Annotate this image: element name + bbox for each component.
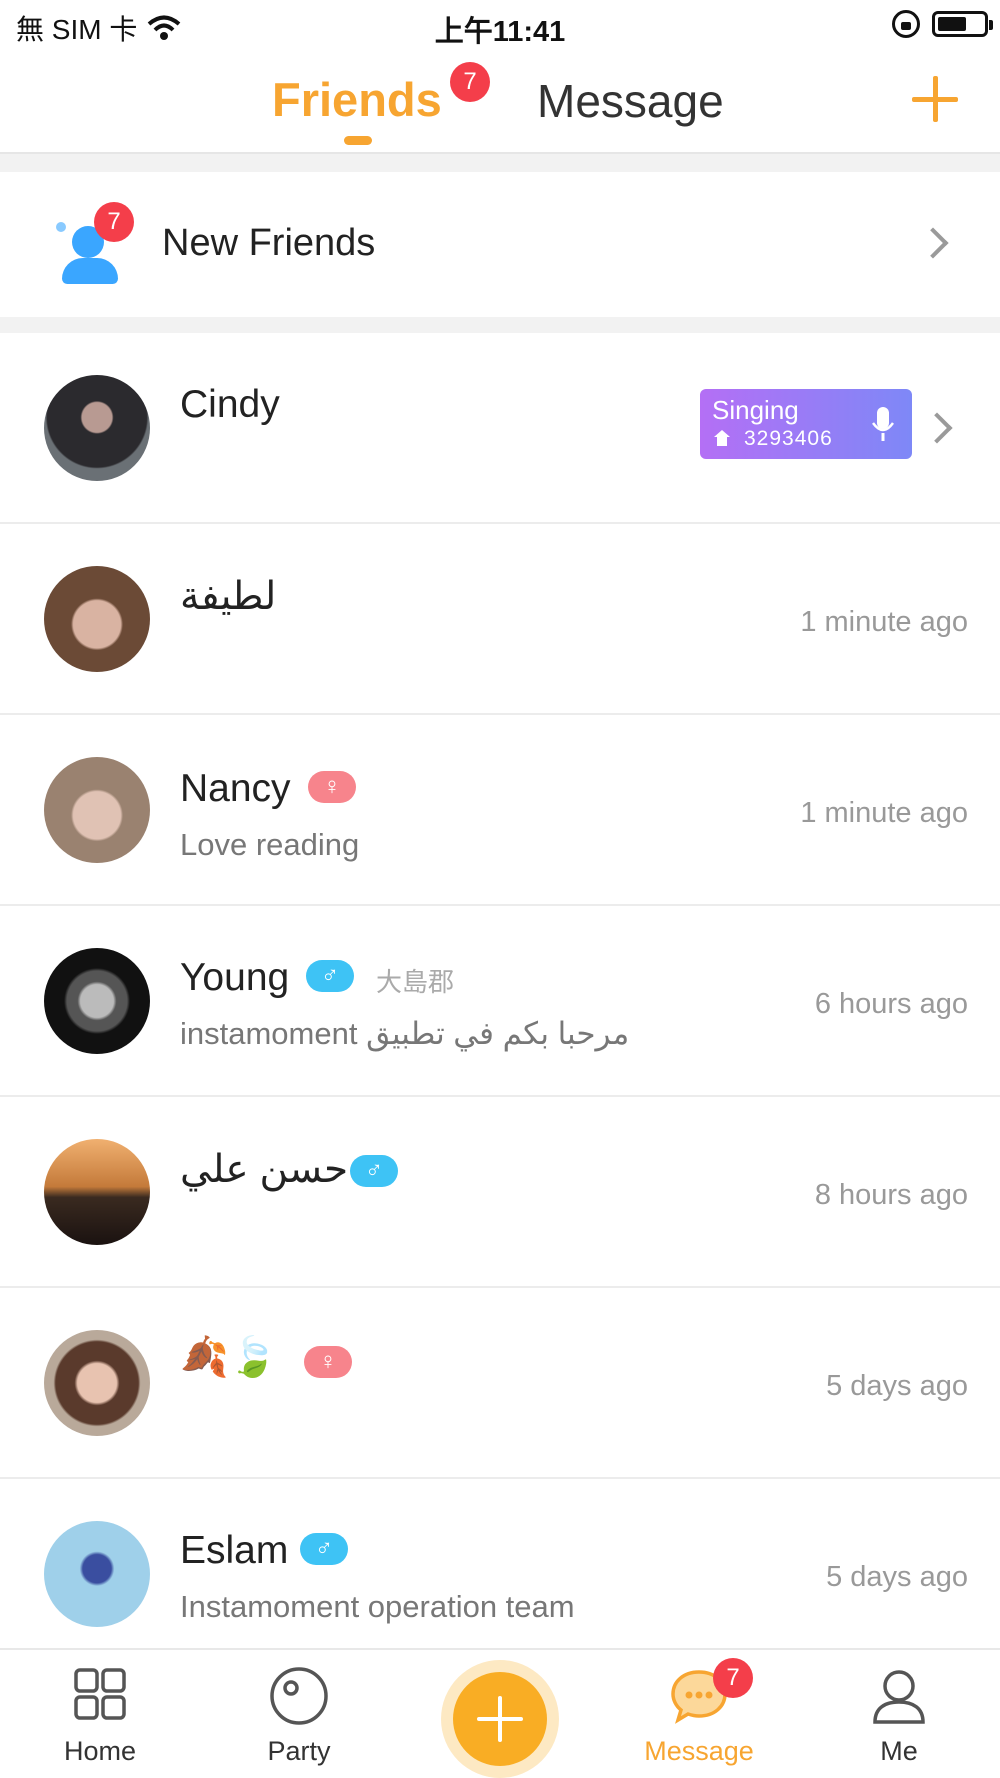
male-gender-icon: ♂ [300,1533,348,1565]
section-divider [0,317,1000,333]
status-right [892,10,993,38]
home-icon [714,430,730,446]
last-active-time: 1 minute ago [800,606,968,638]
new-friends-label: New Friends [162,222,376,264]
avatar[interactable] [44,948,150,1054]
male-gender-icon: ♂ [350,1155,398,1187]
nav-me[interactable]: Me [819,1650,979,1778]
bottom-tab-bar: Home Party 7 Message Me [0,1648,1000,1778]
message-nav-badge: 7 [713,1658,753,1698]
singing-label: Singing [712,395,799,425]
nav-party[interactable]: Party [219,1650,379,1778]
friend-row[interactable]: Cindy Singing 3293406 [0,333,1000,524]
friend-name: 🍂🍃 [180,1336,278,1379]
friends-tab-badge: 7 [450,62,490,102]
friend-name: Nancy [180,767,291,810]
nav-me-label: Me [880,1736,918,1766]
nav-party-label: Party [267,1736,331,1766]
friend-name: Eslam [180,1529,289,1572]
tab-friends[interactable]: Friends [272,72,442,127]
avatar[interactable] [44,375,150,481]
female-gender-icon: ♀ [308,771,356,803]
rotation-lock-icon [892,10,920,38]
friend-status: Instamoment operation team [180,1589,575,1624]
chevron-right-icon [921,412,953,444]
male-gender-icon: ♂ [306,960,354,992]
last-active-time: 8 hours ago [814,1179,968,1211]
friend-status: instamoment مرحبا بكم في تطبيق [180,1016,630,1051]
microphone-icon [872,407,894,441]
friend-name: Cindy [180,383,280,426]
avatar[interactable] [44,1139,150,1245]
last-active-time: 5 days ago [826,1370,968,1402]
party-icon [270,1667,328,1725]
person-icon [873,1670,925,1724]
friend-name: Young [180,956,290,999]
female-gender-icon: ♀ [304,1346,352,1378]
active-tab-indicator [344,136,372,145]
grid-icon [74,1668,126,1720]
friend-status: Love reading [180,827,360,862]
friend-row[interactable]: Nancy ♀ Love reading 1 minute ago [0,715,1000,906]
friend-row[interactable]: 🍂🍃 ♀ 5 days ago [0,1288,1000,1479]
nav-home[interactable]: Home [20,1650,180,1778]
singing-room-badge[interactable]: Singing 3293406 [700,389,912,459]
add-friend-plus-icon[interactable] [910,74,960,124]
friend-row[interactable]: حسن علي ♂ 8 hours ago [0,1097,1000,1288]
top-nav: Friends 7 Message [0,50,1000,154]
tab-message[interactable]: Message [537,74,724,128]
last-active-time: 1 minute ago [800,797,968,829]
avatar[interactable] [44,1330,150,1436]
friend-name: حسن علي [180,1148,349,1191]
last-active-time: 6 hours ago [814,988,968,1020]
section-divider [0,154,1000,172]
location-label: 大島郡 [376,967,455,997]
friend-row[interactable]: لطيفة 1 minute ago [0,524,1000,715]
friend-name: لطيفة [180,575,277,618]
nav-message[interactable]: 7 Message [619,1650,779,1778]
avatar[interactable] [44,757,150,863]
status-bar: 無 SIM 卡 上午11:41 [0,0,1000,50]
friend-row[interactable]: Young ♂ 大島郡 instamoment مرحبا بكم في تطب… [0,906,1000,1097]
create-plus-icon[interactable] [441,1660,559,1778]
nav-home-label: Home [63,1736,137,1766]
avatar[interactable] [44,566,150,672]
friend-row[interactable]: Eslam ♂ Instamoment operation team 5 day… [0,1479,1000,1670]
new-friends-badge: 7 [94,202,134,242]
battery-icon [932,11,993,37]
room-id: 3293406 [744,427,833,450]
status-time: 上午11:41 [434,16,566,48]
last-active-time: 5 days ago [826,1561,968,1593]
chevron-right-icon [917,227,949,259]
new-friends-row[interactable]: 7 New Friends [0,172,1000,317]
nav-message-label: Message [644,1736,754,1766]
avatar[interactable] [44,1521,150,1627]
